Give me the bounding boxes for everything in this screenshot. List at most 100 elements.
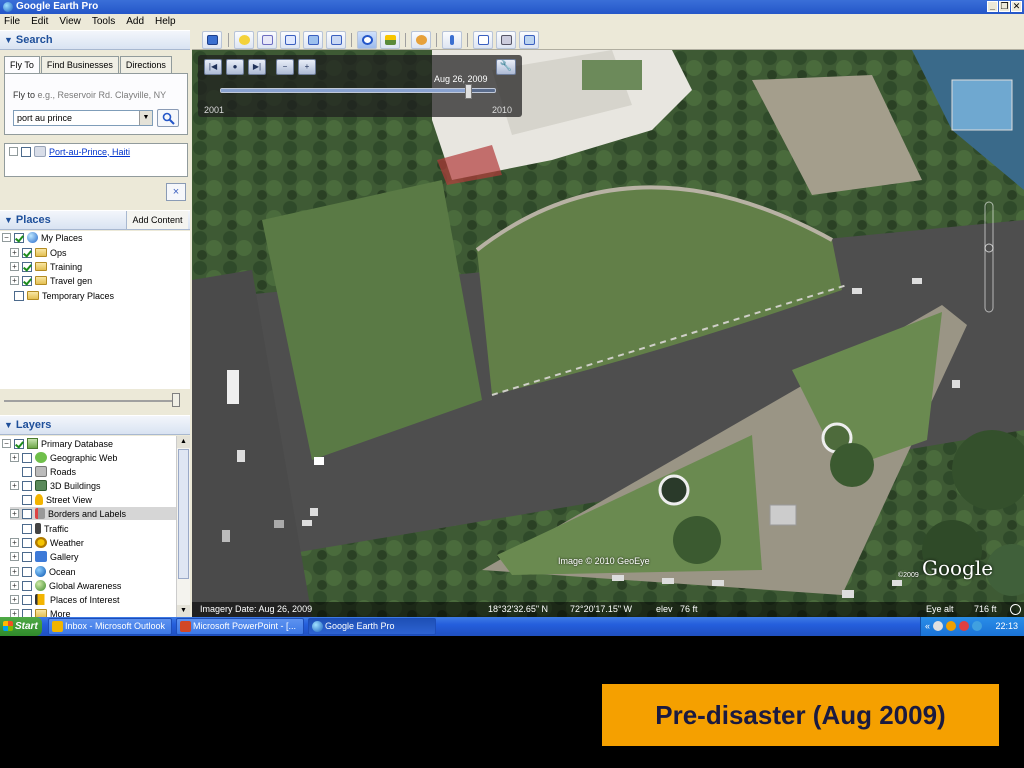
email-button[interactable]	[473, 31, 493, 49]
sidebar-toggle-button[interactable]	[202, 31, 222, 49]
layer-gallery[interactable]: + Gallery	[10, 550, 79, 563]
checkbox[interactable]	[22, 452, 32, 463]
layer-places-of-interest[interactable]: + Places of Interest	[10, 593, 120, 606]
layer-roads[interactable]: Roads	[22, 465, 76, 478]
network-icon[interactable]	[946, 621, 957, 631]
expand-icon[interactable]: +	[10, 509, 19, 518]
menu-help[interactable]: Help	[155, 14, 176, 30]
tree-item-temporary-places[interactable]: Temporary Places	[14, 289, 114, 302]
tray-expand-icon[interactable]: «	[925, 621, 930, 631]
task-outlook[interactable]: Inbox - Microsoft Outlook	[48, 618, 172, 635]
volume-icon[interactable]	[933, 621, 944, 631]
menu-tools[interactable]: Tools	[92, 14, 115, 30]
zoom-in-time-button[interactable]: +	[298, 59, 316, 75]
checkbox[interactable]	[22, 466, 32, 477]
menu-add[interactable]: Add	[126, 14, 144, 30]
add-overlay-button[interactable]	[303, 31, 323, 49]
expand-icon[interactable]: +	[10, 595, 19, 604]
result-checkbox[interactable]	[21, 146, 31, 157]
task-google-earth[interactable]: Google Earth Pro	[308, 618, 436, 635]
restore-button[interactable]: ❐	[999, 1, 1010, 12]
checkbox[interactable]	[14, 290, 24, 301]
task-powerpoint[interactable]: Microsoft PowerPoint - [...	[176, 618, 304, 635]
tree-item-travel-gen[interactable]: + Travel gen	[10, 274, 92, 287]
zoom-out-time-button[interactable]: −	[276, 59, 294, 75]
expand-icon[interactable]: +	[10, 552, 19, 561]
expand-icon[interactable]: +	[10, 453, 19, 462]
layer-borders-and-labels[interactable]: + Borders and Labels	[10, 507, 176, 520]
sunlight-button[interactable]	[380, 31, 400, 49]
layer-primary-database[interactable]: − Primary Database	[2, 437, 113, 450]
list-item[interactable]: Port-au-Prince, Haiti	[9, 146, 130, 157]
layers-scrollbar[interactable]: ▲ ▼	[176, 436, 190, 617]
layers-panel-header[interactable]: ▼ Layers	[0, 415, 190, 435]
checkbox[interactable]	[22, 523, 32, 534]
checkbox[interactable]	[22, 566, 32, 577]
tree-item-training[interactable]: + Training	[10, 260, 82, 273]
result-link[interactable]: Port-au-Prince, Haiti	[49, 147, 130, 157]
layer-global-awareness[interactable]: + Global Awareness	[10, 579, 121, 592]
checkbox[interactable]	[22, 494, 32, 505]
expand-icon[interactable]: +	[10, 481, 19, 490]
add-content-button[interactable]: Add Content	[126, 211, 188, 229]
checkbox[interactable]	[22, 275, 32, 286]
expand-icon[interactable]: +	[10, 262, 19, 271]
search-button[interactable]	[157, 109, 179, 127]
menu-edit[interactable]: Edit	[31, 14, 48, 30]
tab-find-businesses[interactable]: Find Businesses	[40, 56, 119, 74]
checkbox[interactable]	[22, 508, 32, 519]
start-button[interactable]: Start	[0, 617, 42, 636]
layer-traffic[interactable]: Traffic	[22, 522, 69, 535]
layer-geographic-web[interactable]: + Geographic Web	[10, 451, 117, 464]
menu-file[interactable]: File	[4, 14, 20, 30]
print-button[interactable]	[496, 31, 516, 49]
record-tour-button[interactable]	[326, 31, 346, 49]
ruler-button[interactable]	[442, 31, 462, 49]
checkbox[interactable]	[22, 594, 32, 605]
expand-icon[interactable]: +	[10, 538, 19, 547]
checkbox[interactable]	[14, 232, 24, 243]
save-image-button[interactable]	[519, 31, 539, 49]
checkbox[interactable]	[22, 261, 32, 272]
checkbox[interactable]	[22, 247, 32, 258]
wrench-icon[interactable]: 🔧	[496, 59, 516, 75]
checkbox[interactable]	[22, 608, 32, 617]
historical-imagery-button[interactable]	[357, 31, 377, 49]
clear-search-button[interactable]: ×	[166, 183, 186, 201]
close-button[interactable]: ✕	[1011, 1, 1022, 12]
tree-item-ops[interactable]: + Ops	[10, 246, 67, 259]
time-track[interactable]	[220, 88, 496, 93]
menu-view[interactable]: View	[59, 14, 81, 30]
expand-icon[interactable]: +	[10, 581, 19, 590]
add-placemark-button[interactable]	[234, 31, 254, 49]
expand-icon[interactable]: +	[10, 609, 19, 617]
zoom-slider-control[interactable]	[982, 200, 996, 314]
checkbox[interactable]	[22, 480, 32, 491]
skip-forward-button[interactable]: ▶|	[248, 59, 266, 75]
minimize-button[interactable]: _	[987, 1, 998, 12]
checkbox[interactable]	[22, 537, 32, 548]
update-icon[interactable]	[972, 621, 983, 631]
scroll-up-icon[interactable]: ▲	[177, 436, 190, 448]
splitter-handle[interactable]	[172, 393, 180, 407]
add-polygon-button[interactable]	[257, 31, 277, 49]
security-icon[interactable]	[959, 621, 970, 631]
time-slider-thumb[interactable]	[465, 84, 473, 99]
expand-icon[interactable]: +	[10, 276, 19, 285]
checkbox[interactable]	[22, 551, 32, 562]
fly-to-dropdown-arrow-icon[interactable]: ▼	[139, 111, 152, 125]
tab-directions[interactable]: Directions	[119, 56, 172, 74]
fly-to-input[interactable]	[13, 110, 153, 126]
panel-splitter[interactable]	[0, 390, 190, 414]
layer-more[interactable]: + More	[10, 607, 71, 617]
tree-item-my-places[interactable]: − My Places	[2, 231, 83, 244]
scroll-down-icon[interactable]: ▼	[177, 605, 190, 617]
layer-street-view[interactable]: Street View	[22, 493, 92, 506]
expand-icon[interactable]: +	[10, 248, 19, 257]
add-path-button[interactable]	[280, 31, 300, 49]
collapse-icon[interactable]: −	[2, 439, 11, 448]
skip-back-button[interactable]: |◀	[204, 59, 222, 75]
collapse-icon[interactable]: −	[2, 233, 11, 242]
layer-ocean[interactable]: + Ocean	[10, 565, 76, 578]
search-panel-header[interactable]: ▼ Search	[0, 30, 190, 50]
